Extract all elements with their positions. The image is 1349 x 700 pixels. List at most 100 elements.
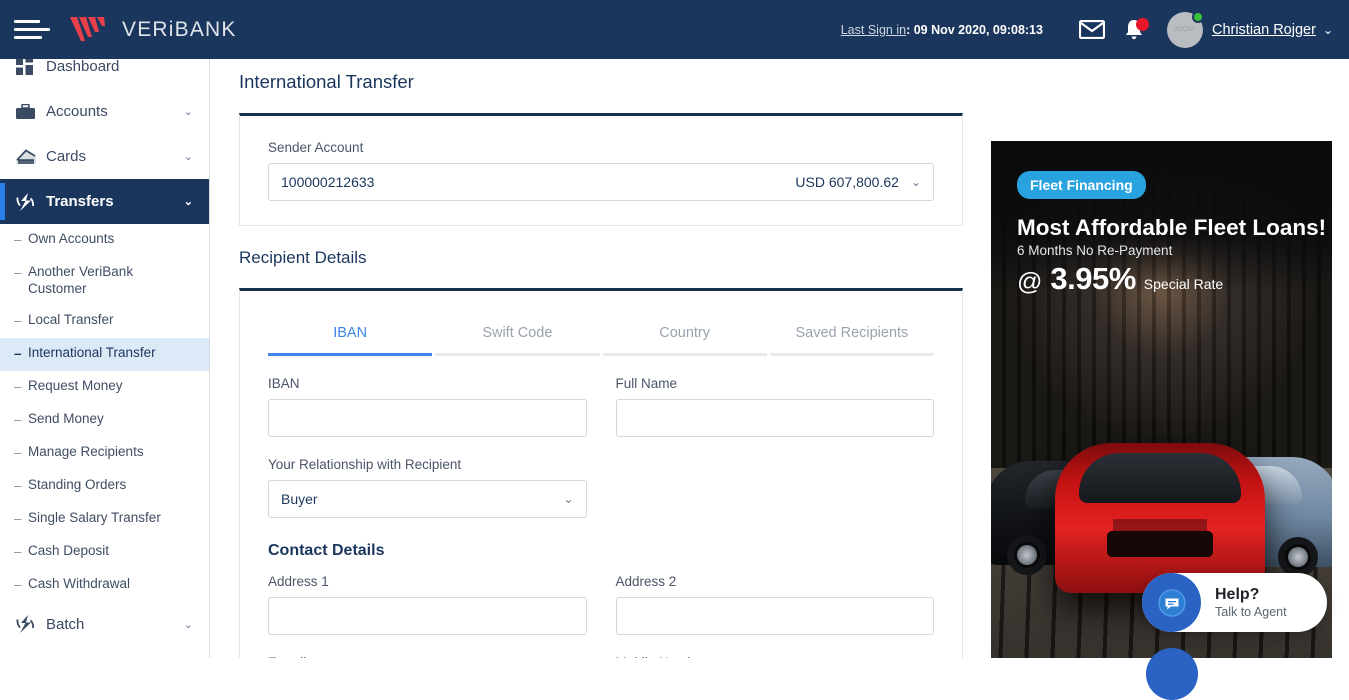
chevron-down-icon[interactable]: ⌄ (184, 195, 209, 208)
fullname-input[interactable] (615, 399, 934, 437)
briefcase-icon (16, 103, 46, 120)
sidebar-subitem-cash-deposit[interactable]: – Cash Deposit (0, 536, 209, 569)
sidebar-subitem-label: Cash Deposit (28, 542, 110, 558)
sidebar-subitem-label: Local Transfer (28, 311, 114, 327)
recipient-tabs: IBAN Swift Code Country Saved Recipients (268, 315, 934, 356)
sidebar-subitem-send-money[interactable]: – Send Money (0, 404, 209, 437)
tab-swift-code[interactable]: Swift Code (435, 315, 600, 356)
sidebar: Dashboard Accounts ⌄ Cards ⌄ Transfers ⌄… (0, 44, 210, 658)
sidebar-item-label: Batch (46, 615, 85, 633)
sidebar-item-accounts[interactable]: Accounts ⌄ (0, 89, 209, 134)
chevron-down-icon[interactable]: ⌄ (563, 492, 573, 506)
sidebar-subitem-another-veribank-customer[interactable]: – Another VeriBank Customer (0, 257, 209, 305)
sidebar-subitem-single-salary-transfer[interactable]: – Single Salary Transfer (0, 503, 209, 536)
at-symbol-icon: @ (1017, 268, 1043, 296)
transfers-icon (16, 615, 46, 634)
brand-logo[interactable]: VERiBANK (68, 15, 237, 45)
fullname-field-group: Full Name (615, 376, 934, 437)
iban-input[interactable] (268, 399, 587, 437)
chevron-down-icon[interactable]: ⌄ (184, 150, 209, 163)
brand-name: VERiBANK (122, 17, 237, 41)
veribank-logo-icon (70, 16, 105, 41)
dash-marker-icon: – (14, 232, 22, 247)
relationship-select[interactable]: Buyer ⌄ (268, 480, 587, 518)
page-title: International Transfer (239, 71, 414, 92)
tab-iban[interactable]: IBAN (268, 315, 433, 356)
promo-rate-row: @ 3.95% Special Rate (1017, 261, 1223, 297)
sidebar-subitem-label: Send Money (28, 410, 104, 426)
sidebar-subitem-request-money[interactable]: – Request Money (0, 371, 209, 404)
promo-subline: 6 Months No Re-Payment (1017, 243, 1173, 258)
avatar[interactable]: ACCNT (1166, 10, 1204, 48)
sidebar-item-batch[interactable]: Batch ⌄ (0, 602, 209, 647)
chevron-down-icon[interactable]: ⌄ (1323, 23, 1333, 37)
chat-bubble-icon[interactable] (1142, 573, 1201, 632)
address1-field-group: Address 1 (268, 574, 587, 635)
sender-account-panel: Sender Account 100000212633 USD 607,800.… (239, 113, 963, 226)
chevron-down-icon[interactable]: ⌄ (911, 175, 921, 189)
sender-account-label: Sender Account (268, 140, 364, 155)
promo-rate-suffix: Special Rate (1143, 276, 1224, 292)
sender-account-balance: USD 607,800.62 (795, 174, 899, 190)
address1-label: Address 1 (268, 574, 329, 589)
relationship-value: Buyer (281, 491, 318, 507)
iban-label: IBAN (268, 376, 300, 391)
help-title: Help? (1215, 586, 1260, 603)
dash-marker-icon: – (14, 576, 22, 592)
chat-launcher-secondary[interactable] (1146, 648, 1198, 700)
address2-field-group: Address 2 (615, 574, 934, 635)
sidebar-subitem-label: Cash Withdrawal (28, 575, 131, 591)
transfers-icon (16, 192, 46, 211)
sidebar-subitem-label: International Transfer (28, 344, 156, 360)
address2-input[interactable] (615, 597, 934, 635)
dashboard-grid-icon (16, 58, 46, 75)
username-label[interactable]: Christian Rojger (1212, 22, 1316, 38)
help-chat-widget[interactable]: Help? Talk to Agent (1142, 573, 1327, 632)
relationship-row: Your Relationship with Recipient Buyer ⌄ (268, 457, 934, 518)
sidebar-subitem-own-accounts[interactable]: – Own Accounts (0, 224, 209, 257)
last-signin-label: Last Sign in (840, 22, 907, 37)
sidebar-item-transfers[interactable]: Transfers ⌄ (0, 179, 209, 224)
notification-badge (1135, 17, 1149, 31)
last-signin: Last Sign in: 09 Nov 2020, 09:08:13 (840, 22, 1043, 37)
sidebar-subitem-international-transfer[interactable]: – International Transfer (0, 337, 209, 371)
dash-marker-icon: – (14, 265, 22, 280)
promo-rate: 3.95% (1050, 261, 1136, 296)
promo-headline: Most Affordable Fleet Loans! (1017, 215, 1327, 240)
sidebar-subitem-cash-withdrawal[interactable]: – Cash Withdrawal (0, 569, 209, 602)
sender-account-number: 100000212633 (281, 174, 375, 190)
sidebar-subitem-label: Another VeriBank Customer (28, 264, 134, 296)
relationship-field-group: Your Relationship with Recipient Buyer ⌄ (268, 457, 587, 518)
sidebar-subitem-standing-orders[interactable]: – Standing Orders (0, 470, 209, 503)
tab-country[interactable]: Country (602, 315, 767, 356)
chevron-down-icon[interactable]: ⌄ (184, 105, 209, 118)
sidebar-subitem-manage-recipients[interactable]: – Manage Recipients (0, 437, 209, 470)
sidebar-subitem-local-transfer[interactable]: – Local Transfer (0, 305, 209, 338)
sidebar-item-label: Dashboard (46, 58, 120, 75)
sidebar-item-label: Accounts (46, 103, 108, 120)
chevron-down-icon[interactable]: ⌄ (184, 618, 209, 631)
last-signin-value: 09 Nov 2020, 09:08:13 (913, 22, 1043, 37)
address1-input[interactable] (268, 597, 587, 635)
relationship-spacer (616, 457, 935, 518)
sidebar-item-label: Cards (46, 148, 87, 165)
iban-fullname-row: IBAN Full Name (268, 376, 934, 437)
sidebar-subitem-label: Standing Orders (28, 476, 127, 492)
dash-marker-icon: – (14, 411, 22, 427)
contact-details-heading: Contact Details (268, 542, 385, 559)
dash-marker-icon: – (14, 510, 22, 526)
hamburger-menu-icon[interactable] (14, 20, 60, 39)
mail-icon[interactable] (1071, 10, 1113, 50)
sidebar-item-label: Transfers (46, 193, 114, 210)
sidebar-subitem-label: Request Money (28, 377, 123, 393)
sender-account-select[interactable]: 100000212633 USD 607,800.62 ⌄ (268, 163, 934, 201)
bell-icon[interactable] (1113, 10, 1155, 50)
sidebar-subitem-label: Own Accounts (28, 231, 115, 246)
dash-marker-icon: – (14, 477, 22, 493)
fullname-label: Full Name (615, 376, 678, 391)
sidebar-item-cards[interactable]: Cards ⌄ (0, 134, 209, 179)
online-status-dot (1191, 10, 1204, 23)
app-header: VERiBANK Last Sign in: 09 Nov 2020, 09:0… (0, 0, 1349, 59)
tab-saved-recipients[interactable]: Saved Recipients (769, 315, 934, 356)
address2-label: Address 2 (615, 574, 677, 589)
